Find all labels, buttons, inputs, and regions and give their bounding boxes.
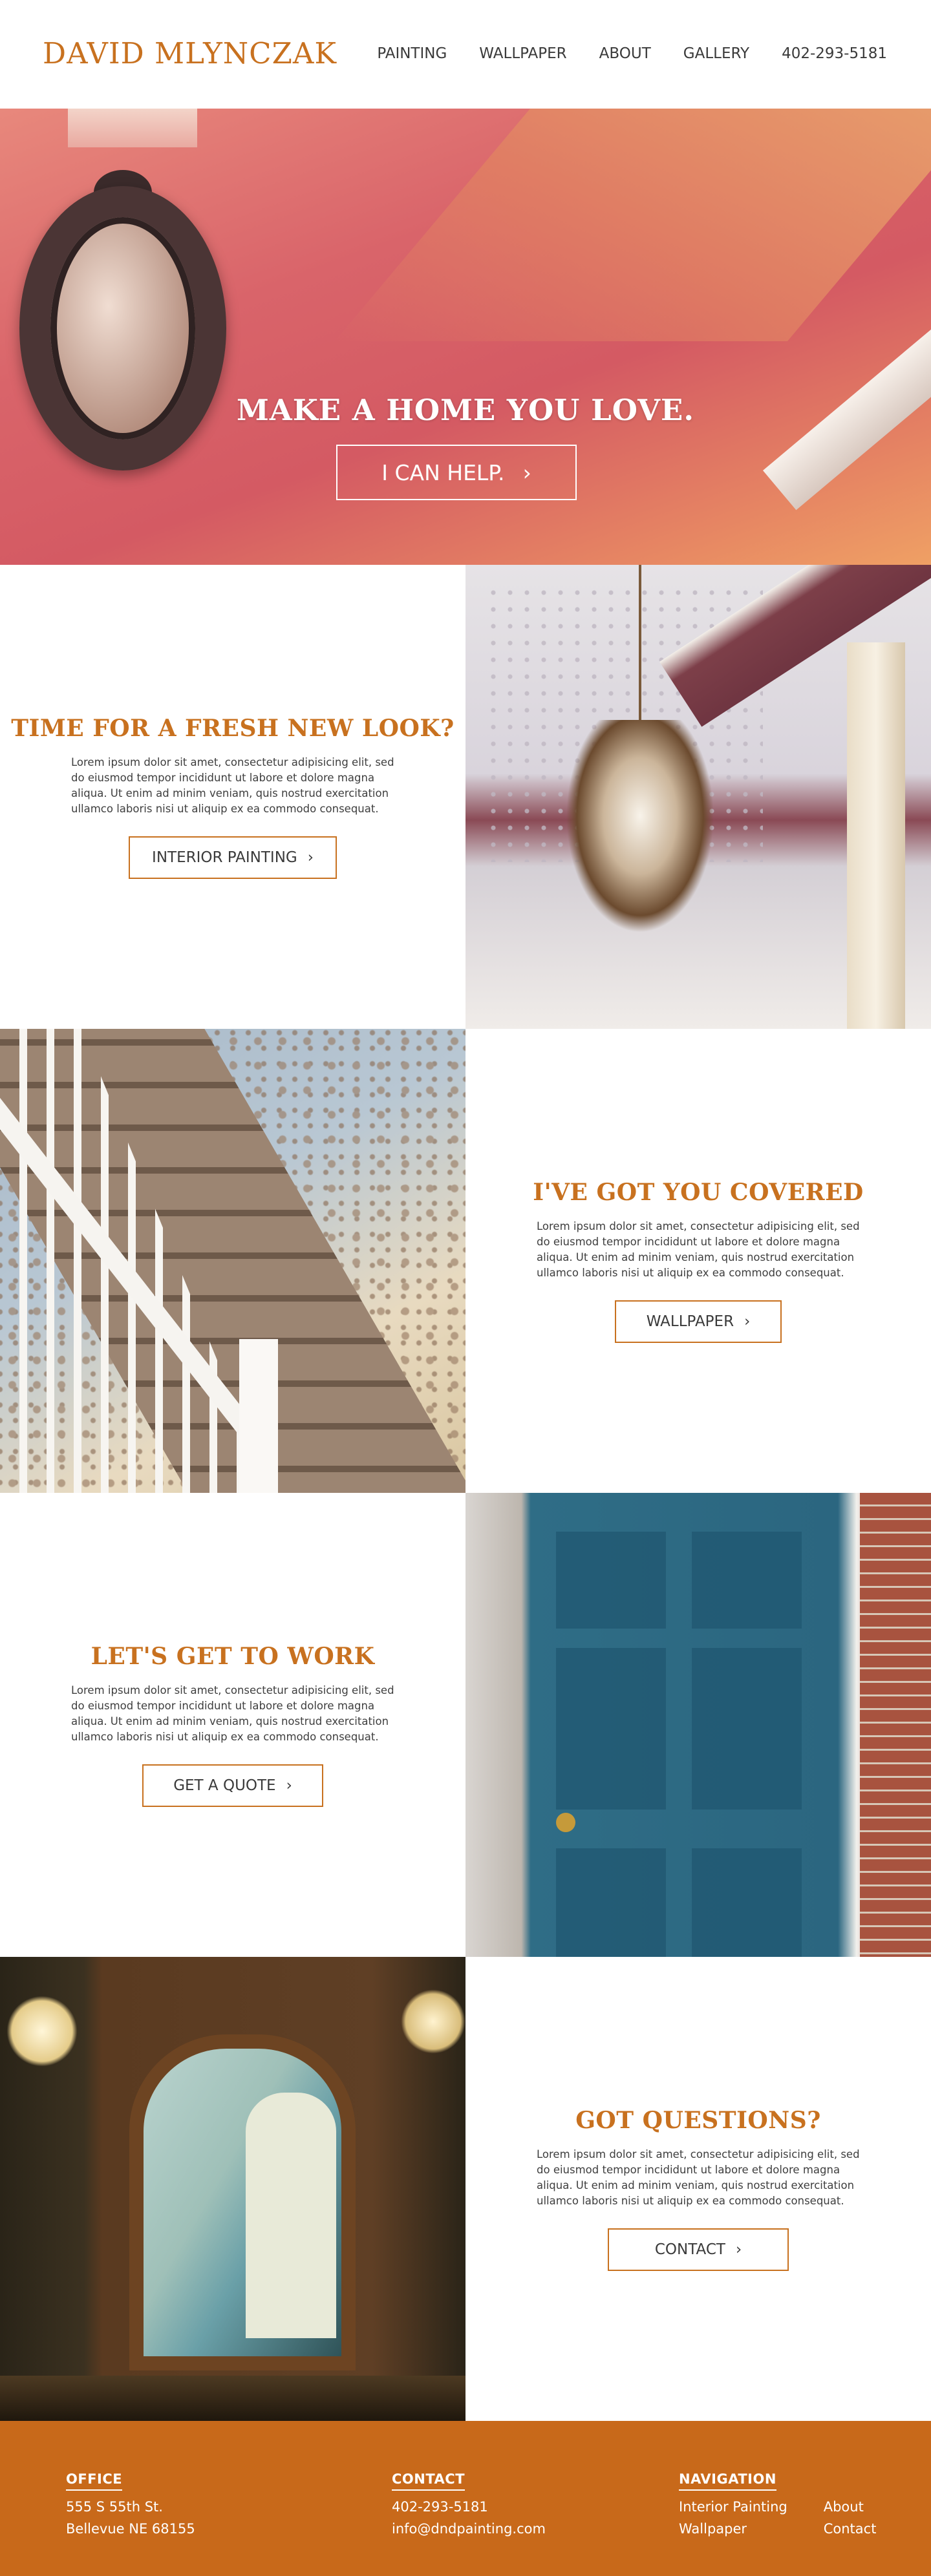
section-body: Lorem ipsum dolor sit amet, consectetur …	[71, 756, 394, 815]
office-street: 555 S 55th St.	[66, 2499, 163, 2515]
button-label: CONTACT	[654, 2241, 725, 2258]
door-panels	[543, 1519, 815, 1957]
button-label: WALLPAPER	[646, 1313, 734, 1330]
chevron-right-icon: ›	[307, 849, 314, 866]
painting-text-block: TIME FOR A FRESH NEW LOOK? Lorem ipsum d…	[0, 565, 466, 1029]
hero-title: MAKE A HOME YOU LOVE.	[236, 393, 695, 427]
site-header: DAVID MLYNCZAK PAINTING WALLPAPER ABOUT …	[0, 0, 931, 109]
quote-text-block: LET'S GET TO WORK Lorem ipsum dolor sit …	[0, 1493, 466, 1957]
column	[847, 642, 905, 1029]
door-knob	[556, 1813, 575, 1832]
nav-painting[interactable]: PAINTING	[377, 45, 447, 62]
section-title: TIME FOR A FRESH NEW LOOK?	[11, 715, 455, 742]
footer-nav-links: Interior Painting About Wallpaper Contac…	[679, 2496, 876, 2540]
hero-banner: MAKE A HOME YOU LOVE. I CAN HELP. ›	[0, 109, 931, 565]
contact-button[interactable]: CONTACT ›	[608, 2228, 789, 2271]
site-footer: OFFICE 555 S 55th St. Bellevue NE 68155 …	[0, 2421, 931, 2576]
button-label: GET A QUOTE	[173, 1777, 276, 1794]
section-title: I'VE GOT YOU COVERED	[533, 1179, 864, 1206]
nav-gallery[interactable]: GALLERY	[683, 45, 749, 62]
chandelier-photo	[466, 565, 931, 1029]
wallpaper-button[interactable]: WALLPAPER ›	[615, 1300, 782, 1343]
wall-sconce-right	[401, 1989, 466, 2054]
hero-light-fixture	[68, 109, 197, 147]
section-painting: TIME FOR A FRESH NEW LOOK? Lorem ipsum d…	[0, 565, 931, 1029]
chandelier-chain	[639, 565, 641, 726]
chevron-right-icon: ›	[735, 2241, 742, 2258]
newel-post	[239, 1339, 278, 1493]
footer-link-about[interactable]: About	[824, 2496, 877, 2518]
section-body: Lorem ipsum dolor sit amet, consectetur …	[71, 1684, 394, 1743]
staircase-photo	[0, 1029, 466, 1493]
footer-heading: CONTACT	[392, 2471, 466, 2491]
section-title: LET'S GET TO WORK	[91, 1643, 375, 1670]
reflected-door	[246, 2093, 336, 2338]
chevron-right-icon: ›	[286, 1777, 292, 1794]
interior-painting-button[interactable]: INTERIOR PAINTING ›	[129, 836, 337, 879]
section-body: Lorem ipsum dolor sit amet, consectetur …	[537, 1220, 860, 1279]
office-city: Bellevue NE 68155	[66, 2521, 195, 2537]
hero-ceiling-image	[334, 109, 931, 341]
section-body: Lorem ipsum dolor sit amet, consectetur …	[537, 2148, 860, 2207]
brick-wall	[860, 1493, 931, 1957]
footer-navigation: NAVIGATION Interior Painting About Wallp…	[679, 2471, 876, 2540]
hero-cta-button[interactable]: I CAN HELP. ›	[336, 445, 577, 500]
vanity-counter	[0, 2376, 466, 2421]
footer-contact: CONTACT 402-293-5181 info@dndpainting.co…	[392, 2471, 546, 2540]
footer-link-interior-painting[interactable]: Interior Painting	[679, 2496, 787, 2518]
chevron-right-icon: ›	[744, 1313, 751, 1330]
footer-office: OFFICE 555 S 55th St. Bellevue NE 68155	[66, 2471, 195, 2540]
contact-email[interactable]: info@dndpainting.com	[392, 2518, 546, 2540]
footer-heading: NAVIGATION	[679, 2471, 776, 2491]
section-wallpaper: I'VE GOT YOU COVERED Lorem ipsum dolor s…	[0, 1029, 931, 1493]
contact-phone[interactable]: 402-293-5181	[392, 2496, 546, 2518]
chevron-right-icon: ›	[522, 459, 531, 485]
section-quote: LET'S GET TO WORK Lorem ipsum dolor sit …	[0, 1493, 931, 1957]
blue-door-photo	[466, 1493, 931, 1957]
chandelier	[566, 720, 714, 933]
nav-wallpaper[interactable]: WALLPAPER	[479, 45, 566, 62]
wall-sconce-left	[6, 1996, 78, 2067]
section-contact: GOT QUESTIONS? Lorem ipsum dolor sit ame…	[0, 1957, 931, 2421]
section-title: GOT QUESTIONS?	[575, 2107, 821, 2134]
vanity-mirror-photo	[0, 1957, 466, 2421]
nav-phone[interactable]: 402-293-5181	[782, 45, 887, 62]
nav-about[interactable]: ABOUT	[599, 45, 651, 62]
site-logo[interactable]: DAVID MLYNCZAK	[43, 36, 337, 70]
wallpaper-text-block: I'VE GOT YOU COVERED Lorem ipsum dolor s…	[466, 1029, 931, 1493]
button-label: INTERIOR PAINTING	[152, 849, 297, 866]
get-a-quote-button[interactable]: GET A QUOTE ›	[142, 1764, 323, 1807]
footer-link-contact[interactable]: Contact	[824, 2518, 877, 2540]
main-nav: PAINTING WALLPAPER ABOUT GALLERY 402-293…	[377, 45, 887, 62]
footer-heading: OFFICE	[66, 2471, 123, 2491]
hero-mirror-image	[19, 186, 226, 470]
hero-cta-label: I CAN HELP.	[381, 459, 505, 485]
footer-link-wallpaper[interactable]: Wallpaper	[679, 2518, 787, 2540]
contact-text-block: GOT QUESTIONS? Lorem ipsum dolor sit ame…	[466, 1957, 931, 2421]
